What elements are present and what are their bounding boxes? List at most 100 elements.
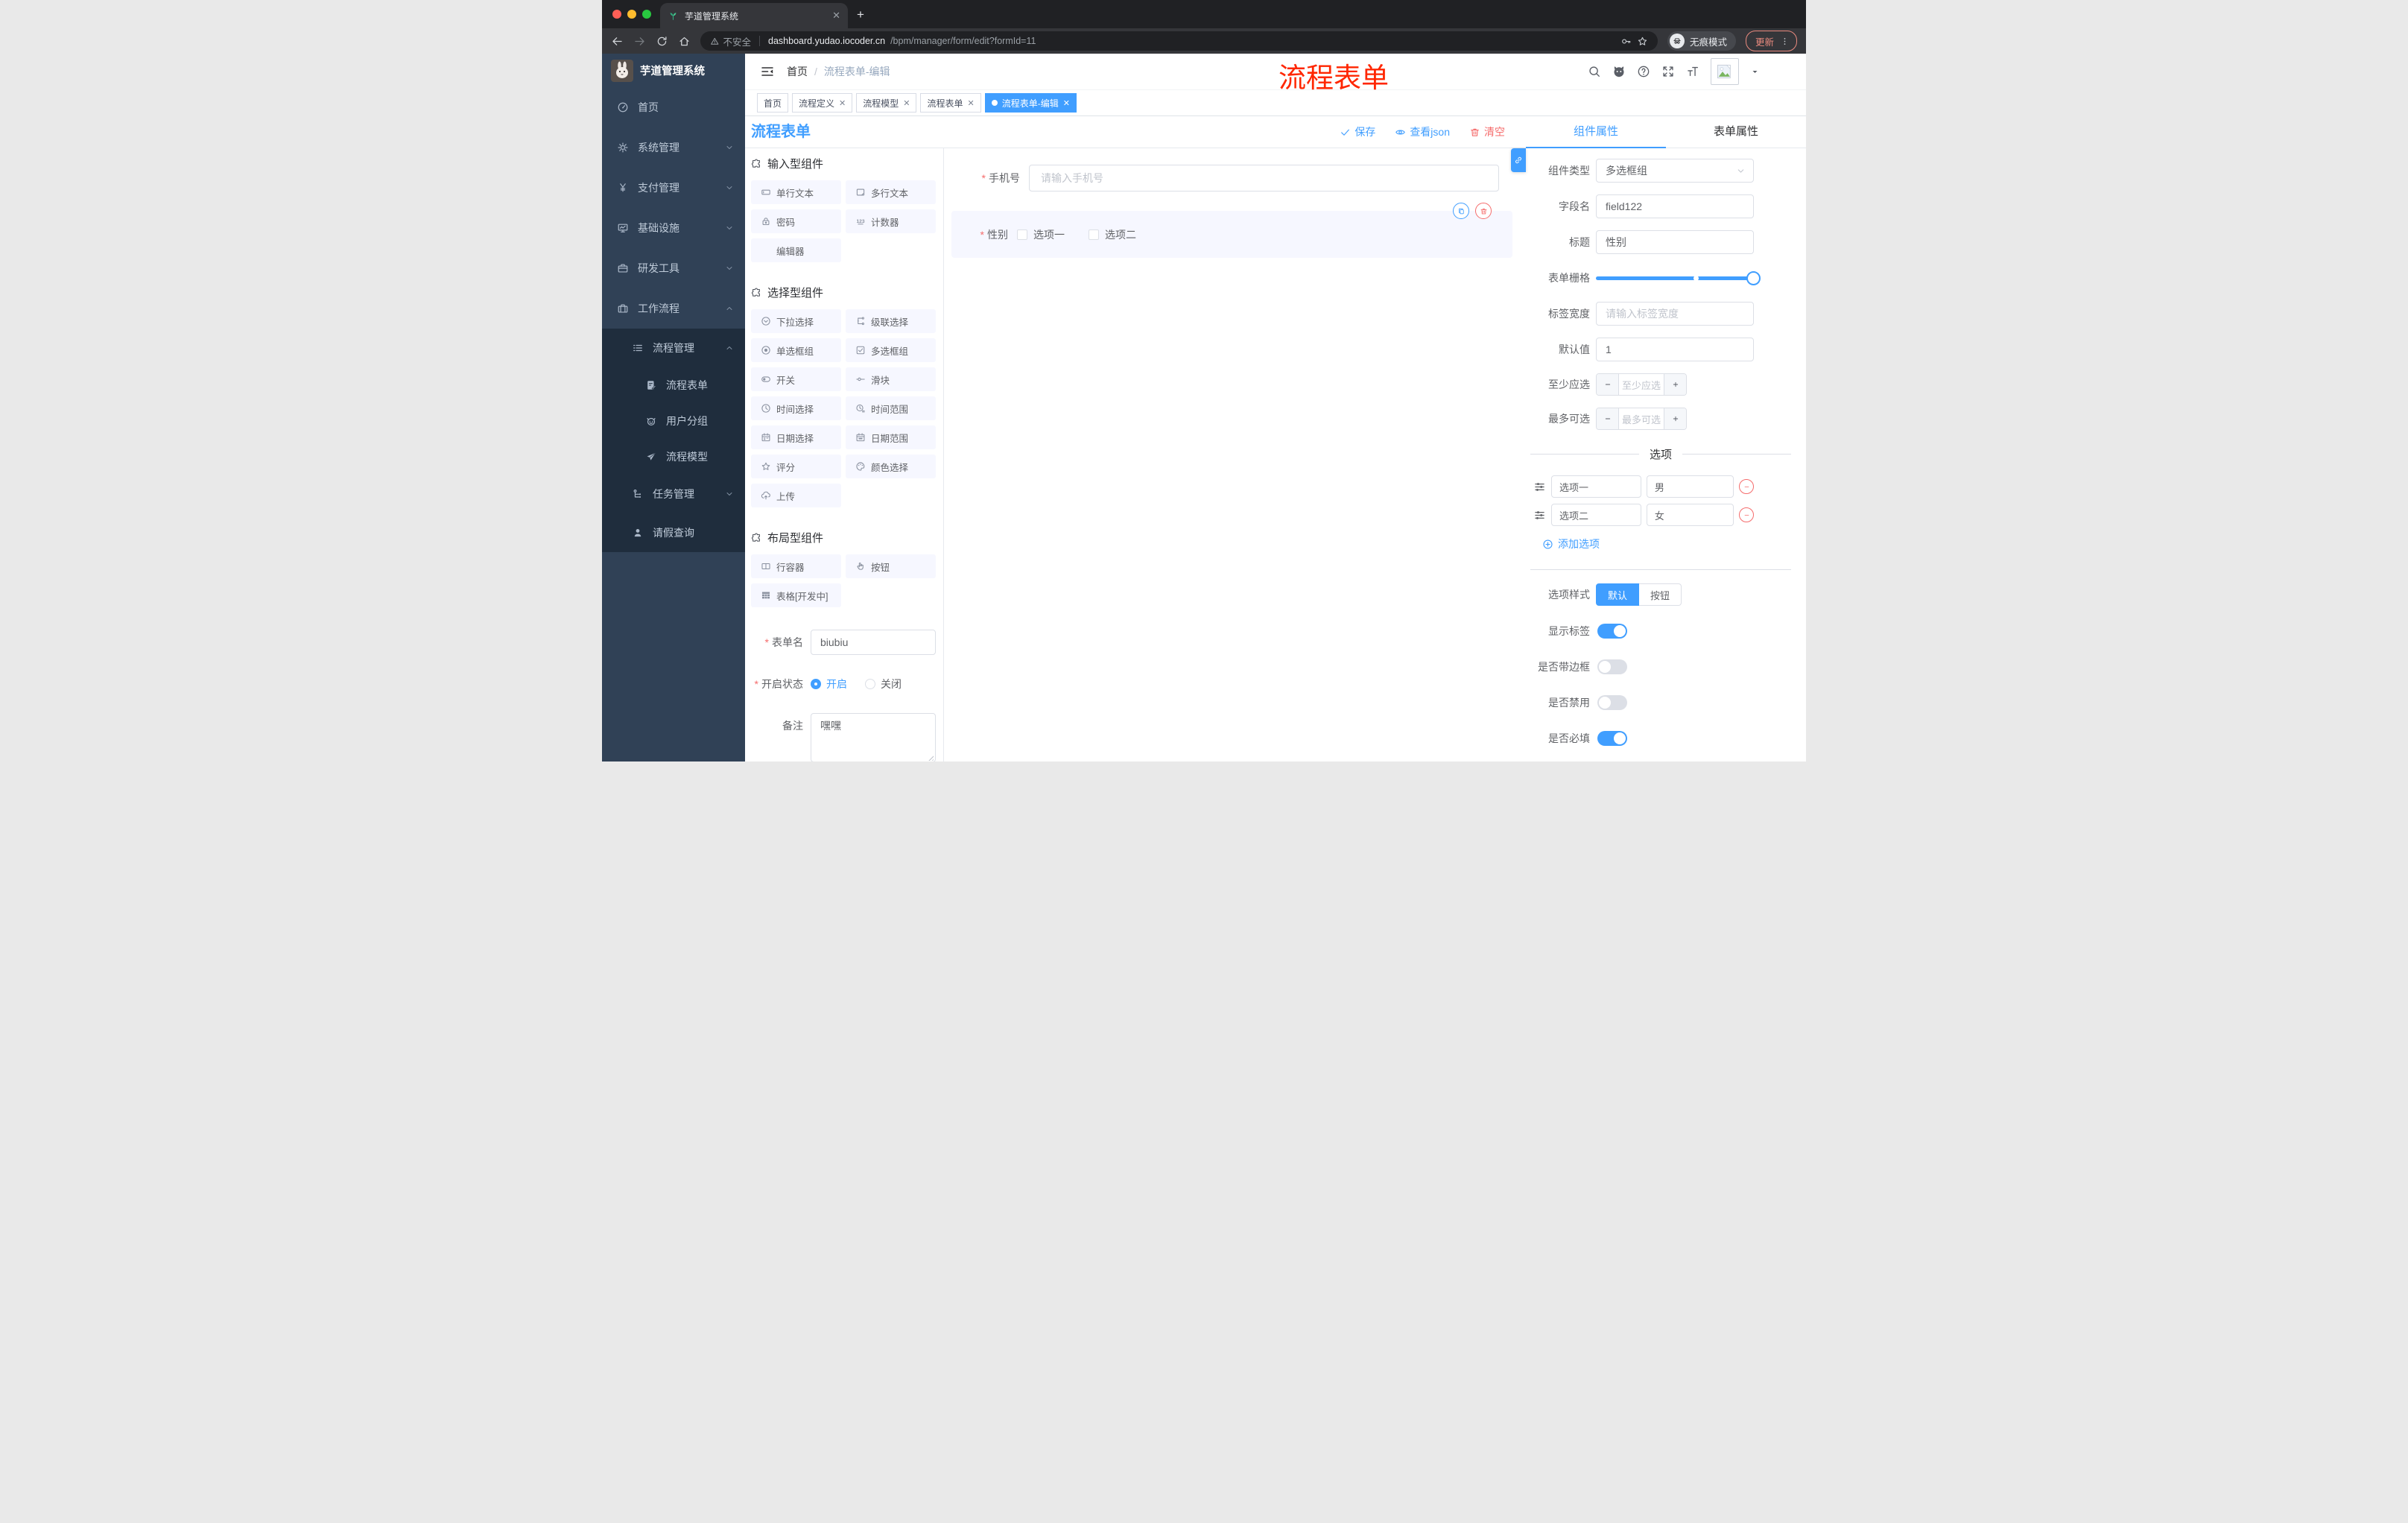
view-json-button[interactable]: 查看json: [1395, 124, 1450, 139]
palette-item-row-container[interactable]: 行容器: [751, 554, 841, 578]
palette-item-single-line-text[interactable]: 单行文本: [751, 180, 841, 204]
forward-icon[interactable]: [633, 35, 646, 48]
min-select-value[interactable]: 至少应选: [1619, 374, 1664, 395]
delete-component-button[interactable]: [1475, 203, 1492, 219]
password-key-icon[interactable]: [1620, 36, 1632, 47]
radio-status-off[interactable]: 关闭: [865, 677, 902, 691]
palette-item-rate[interactable]: 评分: [751, 455, 841, 478]
sidebar-item-workflow[interactable]: 工作流程: [602, 288, 745, 329]
default-value-input[interactable]: [1596, 338, 1754, 361]
option-name-input[interactable]: [1551, 475, 1641, 498]
browser-menu-icon[interactable]: [1780, 37, 1790, 46]
window-close-button[interactable]: [612, 10, 621, 19]
stepper-plus-button[interactable]: [1664, 408, 1686, 429]
component-type-select[interactable]: 多选框组: [1596, 159, 1754, 183]
tag-close-icon[interactable]: ✕: [903, 98, 910, 108]
fullscreen-icon[interactable]: [1661, 65, 1675, 78]
copy-component-button[interactable]: [1453, 203, 1469, 219]
gender-checkbox-0[interactable]: 选项一: [1017, 227, 1065, 242]
tag-home[interactable]: 首页: [757, 93, 789, 113]
window-minimize-button[interactable]: [627, 10, 636, 19]
tag-process-form[interactable]: 流程表单 ✕: [920, 93, 981, 113]
browser-tab[interactable]: 芋道管理系统 ✕: [660, 3, 848, 28]
palette-item-checkbox-group[interactable]: 多选框组: [846, 338, 936, 362]
palette-item-table-dev[interactable]: 表格[开发中]: [751, 583, 841, 607]
gender-checkbox-1[interactable]: 选项二: [1089, 227, 1136, 242]
link-tab[interactable]: [1511, 148, 1526, 172]
toggle-show-label[interactable]: [1597, 624, 1627, 639]
github-icon[interactable]: [1612, 65, 1626, 78]
form-remark-textarea[interactable]: 嘿嘿: [811, 713, 936, 762]
browser-update-button[interactable]: 更新: [1745, 31, 1797, 51]
option-value-input[interactable]: [1646, 504, 1734, 526]
palette-item-editor[interactable]: 编辑器: [751, 238, 841, 262]
tag-close-icon[interactable]: ✕: [839, 98, 846, 108]
palette-item-upload[interactable]: 上传: [751, 484, 841, 507]
clear-button[interactable]: 清空: [1469, 124, 1505, 139]
toggle-disabled[interactable]: [1597, 695, 1627, 710]
tag-process-form-edit[interactable]: 流程表单-编辑 ✕: [984, 93, 1077, 113]
field-name-input[interactable]: [1596, 194, 1754, 218]
slider-knob[interactable]: [1746, 270, 1761, 285]
palette-item-time-picker[interactable]: 时间选择: [751, 396, 841, 420]
slider-track[interactable]: [1596, 270, 1761, 285]
tag-process-definition[interactable]: 流程定义 ✕: [792, 93, 853, 113]
search-icon[interactable]: [1588, 65, 1601, 78]
font-size-icon[interactable]: [1686, 65, 1699, 78]
selected-component-block[interactable]: 性别 选项一 选项二: [951, 211, 1512, 258]
palette-item-select[interactable]: 下拉选择: [751, 309, 841, 333]
stepper-minus-button[interactable]: [1597, 374, 1619, 395]
sidebar-item-process-form[interactable]: 流程表单: [602, 367, 745, 403]
palette-item-date-picker[interactable]: 日期选择: [751, 425, 841, 449]
sidebar-item-process-model[interactable]: 流程模型: [602, 439, 745, 475]
checkbox-unchecked-icon[interactable]: [1017, 229, 1027, 240]
save-button[interactable]: 保存: [1340, 124, 1375, 139]
sidebar-item-leave-query[interactable]: 请假查询: [602, 513, 745, 552]
palette-item-switch[interactable]: 开关: [751, 367, 841, 391]
palette-item-button[interactable]: 按钮: [846, 554, 936, 578]
label-width-input[interactable]: [1596, 302, 1754, 326]
canvas-field-phone[interactable]: 手机号: [956, 165, 1499, 191]
sidebar-item-process-mgmt[interactable]: 流程管理: [602, 329, 745, 367]
sidebar-item-dev-tools[interactable]: 研发工具: [602, 248, 745, 288]
stepper-minus-button[interactable]: [1597, 408, 1619, 429]
hamburger-icon[interactable]: [760, 64, 775, 79]
add-option-button[interactable]: 添加选项: [1542, 536, 1806, 551]
palette-item-password[interactable]: 密码: [751, 209, 841, 233]
toggle-required[interactable]: [1597, 731, 1627, 746]
option-value-input[interactable]: [1646, 475, 1734, 498]
home-icon[interactable]: [678, 35, 691, 48]
tag-close-icon[interactable]: ✕: [968, 98, 975, 108]
reload-icon[interactable]: [656, 35, 668, 48]
sidebar-item-infra[interactable]: 基础设施: [602, 208, 745, 248]
sidebar-item-task-mgmt[interactable]: 任务管理: [602, 475, 745, 513]
max-select-value[interactable]: 最多可选: [1619, 408, 1664, 429]
option-name-input[interactable]: [1551, 504, 1641, 526]
style-option-button[interactable]: 按钮: [1639, 583, 1682, 606]
sidebar-item-user-group[interactable]: 用户分组: [602, 403, 745, 439]
radio-status-on[interactable]: 开启: [811, 677, 847, 691]
palette-item-slider[interactable]: 滑块: [846, 367, 936, 391]
back-icon[interactable]: [611, 35, 624, 48]
title-input[interactable]: [1596, 230, 1754, 254]
tab-component-props[interactable]: 组件属性: [1526, 116, 1666, 148]
toggle-with-border[interactable]: [1597, 659, 1627, 674]
canvas-field-gender[interactable]: 性别 选项一 选项二: [951, 203, 1512, 258]
palette-item-radio-group[interactable]: 单选框组: [751, 338, 841, 362]
tag-process-model[interactable]: 流程模型 ✕: [856, 93, 917, 113]
security-chip[interactable]: 不安全: [710, 34, 751, 48]
tab-close-icon[interactable]: ✕: [832, 10, 840, 22]
sidebar-item-payment[interactable]: 支付管理: [602, 168, 745, 208]
sidebar-item-system[interactable]: 系统管理: [602, 127, 745, 168]
palette-item-time-range[interactable]: 时间范围: [846, 396, 936, 420]
tab-form-props[interactable]: 表单属性: [1666, 116, 1806, 148]
breadcrumb-home[interactable]: 首页: [787, 64, 808, 79]
style-option-default[interactable]: 默认: [1596, 583, 1640, 606]
bookmark-star-icon[interactable]: [1637, 36, 1648, 47]
avatar[interactable]: [1711, 58, 1739, 85]
palette-item-multi-line-text[interactable]: 多行文本: [846, 180, 936, 204]
drag-handle-icon[interactable]: [1533, 481, 1546, 493]
remove-option-button[interactable]: [1739, 479, 1754, 494]
palette-item-cascader[interactable]: 级联选择: [846, 309, 936, 333]
palette-item-date-range[interactable]: 日期范围: [846, 425, 936, 449]
